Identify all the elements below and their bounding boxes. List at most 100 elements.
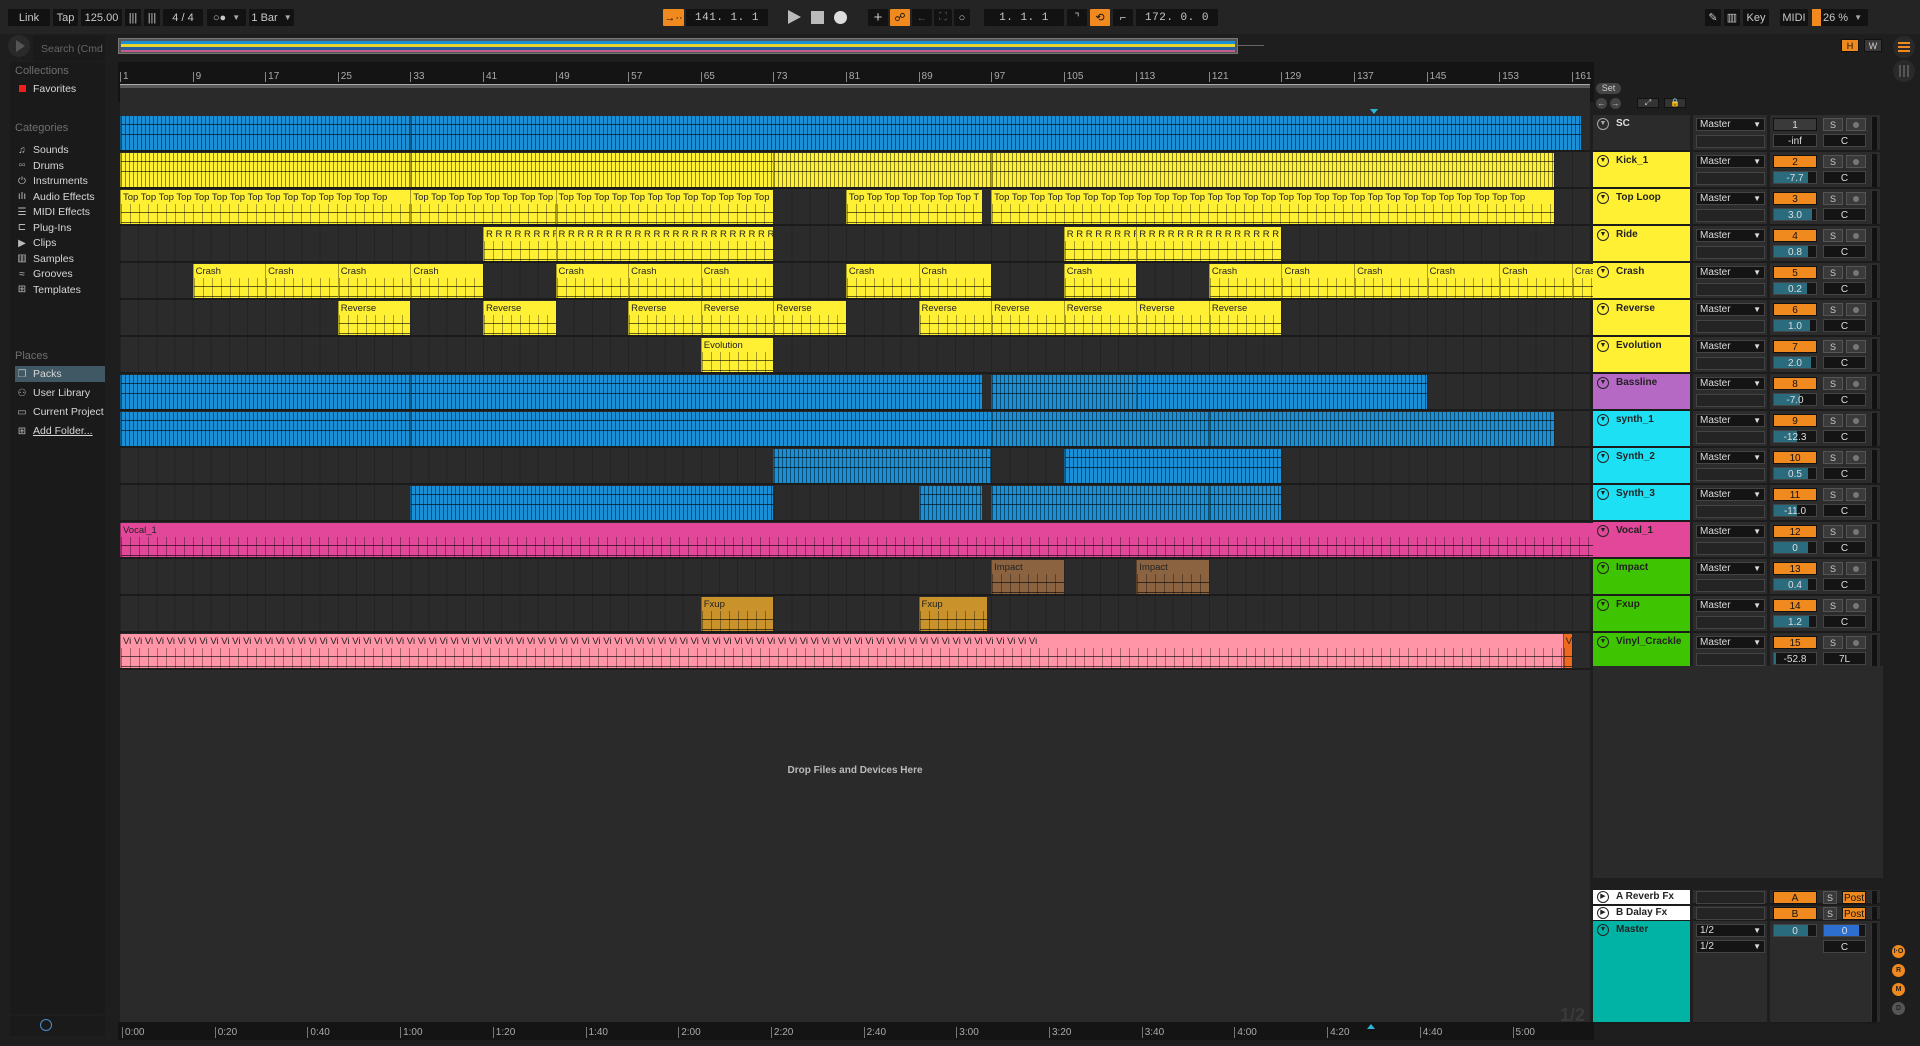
overdub-button[interactable]: +	[868, 9, 888, 26]
clip[interactable]: Reverse	[700, 301, 774, 335]
track-lane[interactable]	[120, 559, 1590, 596]
output-channel-select[interactable]	[1696, 394, 1765, 407]
punch-out-button[interactable]: ⌐	[1113, 9, 1133, 26]
clip[interactable]: Vi	[1562, 634, 1572, 668]
sidebar-item-sounds[interactable]: ♫ Sounds	[15, 142, 105, 158]
clip[interactable]	[120, 412, 411, 446]
clip[interactable]: Crash	[555, 264, 629, 298]
solo-button[interactable]: S	[1823, 907, 1837, 920]
clip[interactable]: Reverse	[991, 301, 1064, 335]
sidebar-item-add-folder[interactable]: ⊞ Add Folder...	[15, 423, 105, 439]
fold-icon[interactable]: ▶	[1597, 891, 1609, 903]
track-header-kick_1[interactable]: ▼ Kick_1	[1593, 152, 1690, 189]
follow-button[interactable]: →··	[663, 9, 684, 26]
solo-button[interactable]: S	[1823, 118, 1843, 131]
clip[interactable]: Crash	[337, 264, 411, 298]
tempo-nudge-down-icon[interactable]: |||	[125, 9, 141, 26]
clip[interactable]	[120, 153, 411, 187]
link-button[interactable]: Link	[8, 9, 50, 26]
track-activator[interactable]: 8	[1773, 377, 1817, 390]
clip[interactable]	[1136, 375, 1427, 409]
clip[interactable]: Top Top Top Top Top Top Top Top Top Top …	[991, 190, 1554, 224]
fold-icon[interactable]: ▼	[1597, 924, 1609, 936]
clip[interactable]: Crash	[1281, 264, 1355, 298]
output-channel-select[interactable]	[1696, 283, 1765, 296]
track-activator[interactable]: 3	[1773, 192, 1817, 205]
output-channel-select[interactable]	[1696, 616, 1765, 629]
volume-field[interactable]: -11.0	[1773, 504, 1817, 517]
clip[interactable]	[410, 153, 774, 187]
clip[interactable]	[1208, 486, 1282, 520]
volume-field[interactable]: 1.2	[1773, 615, 1817, 628]
track-header-master[interactable]: ▼ Master	[1593, 921, 1690, 1024]
sidebar-item-packs[interactable]: ❐ Packs	[15, 366, 105, 382]
output-select[interactable]: Master	[1696, 525, 1765, 538]
volume-field[interactable]: 0.8	[1773, 245, 1817, 258]
clip[interactable]	[410, 116, 1581, 150]
clip[interactable]: R R R R R R R R R R R R R R R R R R R R …	[555, 227, 774, 261]
sidebar-item-midi-effects[interactable]: ☰ MIDI Effects	[15, 204, 105, 220]
track-activator[interactable]: 15	[1773, 636, 1817, 649]
output-select[interactable]: Master	[1696, 414, 1765, 427]
pan-field[interactable]: C	[1823, 541, 1866, 554]
master-volume[interactable]: 0	[1773, 924, 1817, 937]
fold-icon[interactable]: ▶	[1597, 907, 1609, 919]
arm-button[interactable]	[1846, 192, 1866, 205]
track-lane[interactable]	[120, 596, 1590, 633]
solo-button[interactable]: S	[1823, 303, 1843, 316]
track-lane[interactable]	[120, 337, 1590, 374]
back-to-arrangement-button[interactable]: ←	[912, 9, 932, 26]
output-select[interactable]: Master	[1696, 377, 1765, 390]
loop-start-field[interactable]: 1. 1. 1	[984, 9, 1064, 26]
clip[interactable]	[120, 116, 411, 150]
clip[interactable]: Crash	[192, 264, 266, 298]
output-channel-select[interactable]	[1696, 246, 1765, 259]
time-signature-field[interactable]: 4 / 4	[163, 9, 203, 26]
volume-field[interactable]: 2.0	[1773, 356, 1817, 369]
output-select[interactable]: Master	[1696, 118, 1765, 131]
track-lane[interactable]	[120, 485, 1590, 522]
sidebar-item-grooves[interactable]: ≈ Grooves	[15, 266, 105, 282]
send-mode-button[interactable]: Post	[1842, 907, 1866, 920]
playhead-marker[interactable]	[1370, 109, 1378, 114]
fold-icon[interactable]: ▼	[1597, 229, 1609, 241]
solo-button[interactable]: S	[1823, 599, 1843, 612]
drop-zone[interactable]: Drop Files and Devices Here	[120, 665, 1590, 875]
clip[interactable]: Crash	[1208, 264, 1282, 298]
clip[interactable]: Crash	[1354, 264, 1427, 298]
clip[interactable]: Impact	[991, 560, 1064, 594]
sidebar-item-user-library[interactable]: ⚇ User Library	[15, 385, 105, 401]
h-button[interactable]: H	[1841, 39, 1859, 52]
pan-field[interactable]: C	[1823, 430, 1866, 443]
sidebar-item-instruments[interactable]: ⏻ Instruments	[15, 173, 105, 189]
next-locator-button[interactable]: →	[1610, 98, 1621, 109]
track-activator[interactable]: 5	[1773, 266, 1817, 279]
draw-mode-button[interactable]: ✎	[1705, 9, 1721, 26]
output-channel-select[interactable]	[1696, 653, 1765, 666]
sidebar-item-templates[interactable]: ⊞ Templates	[15, 282, 105, 298]
clip[interactable]: Top Top Top Top Top Top Top Top	[410, 190, 556, 224]
track-activator[interactable]: 13	[1773, 562, 1817, 575]
clip[interactable]	[1208, 412, 1554, 446]
browser-search-input[interactable]: Search (Cmd	[33, 35, 105, 61]
fold-icon[interactable]: ▼	[1597, 303, 1609, 315]
browser-toggle-button[interactable]	[8, 35, 30, 57]
track-header-synth_3[interactable]: ▼ Synth_3	[1593, 485, 1690, 522]
arm-button[interactable]	[1846, 562, 1866, 575]
volume-field[interactable]: -7.0	[1773, 393, 1817, 406]
sidebar-item-samples[interactable]: ▥ Samples	[15, 251, 105, 267]
solo-button[interactable]: S	[1823, 636, 1843, 649]
tempo-nudge-up-icon[interactable]: |||	[144, 9, 160, 26]
solo-button[interactable]: S	[1823, 155, 1843, 168]
track-header-sc[interactable]: ▼ SC	[1593, 115, 1690, 152]
track-activator[interactable]: 9	[1773, 414, 1817, 427]
clip[interactable]: Crash	[1426, 264, 1500, 298]
return-output-select[interactable]	[1696, 907, 1765, 920]
output-select[interactable]: Master	[1696, 155, 1765, 168]
track-header-fxup[interactable]: ▼ Fxup	[1593, 596, 1690, 633]
clip[interactable]: Reverse	[337, 301, 411, 335]
solo-button[interactable]: S	[1823, 891, 1837, 904]
clip[interactable]: Top Top Top Top Top Top Top Top Top Top …	[555, 190, 774, 224]
arm-button[interactable]	[1846, 229, 1866, 242]
track-header-synth_2[interactable]: ▼ Synth_2	[1593, 448, 1690, 485]
